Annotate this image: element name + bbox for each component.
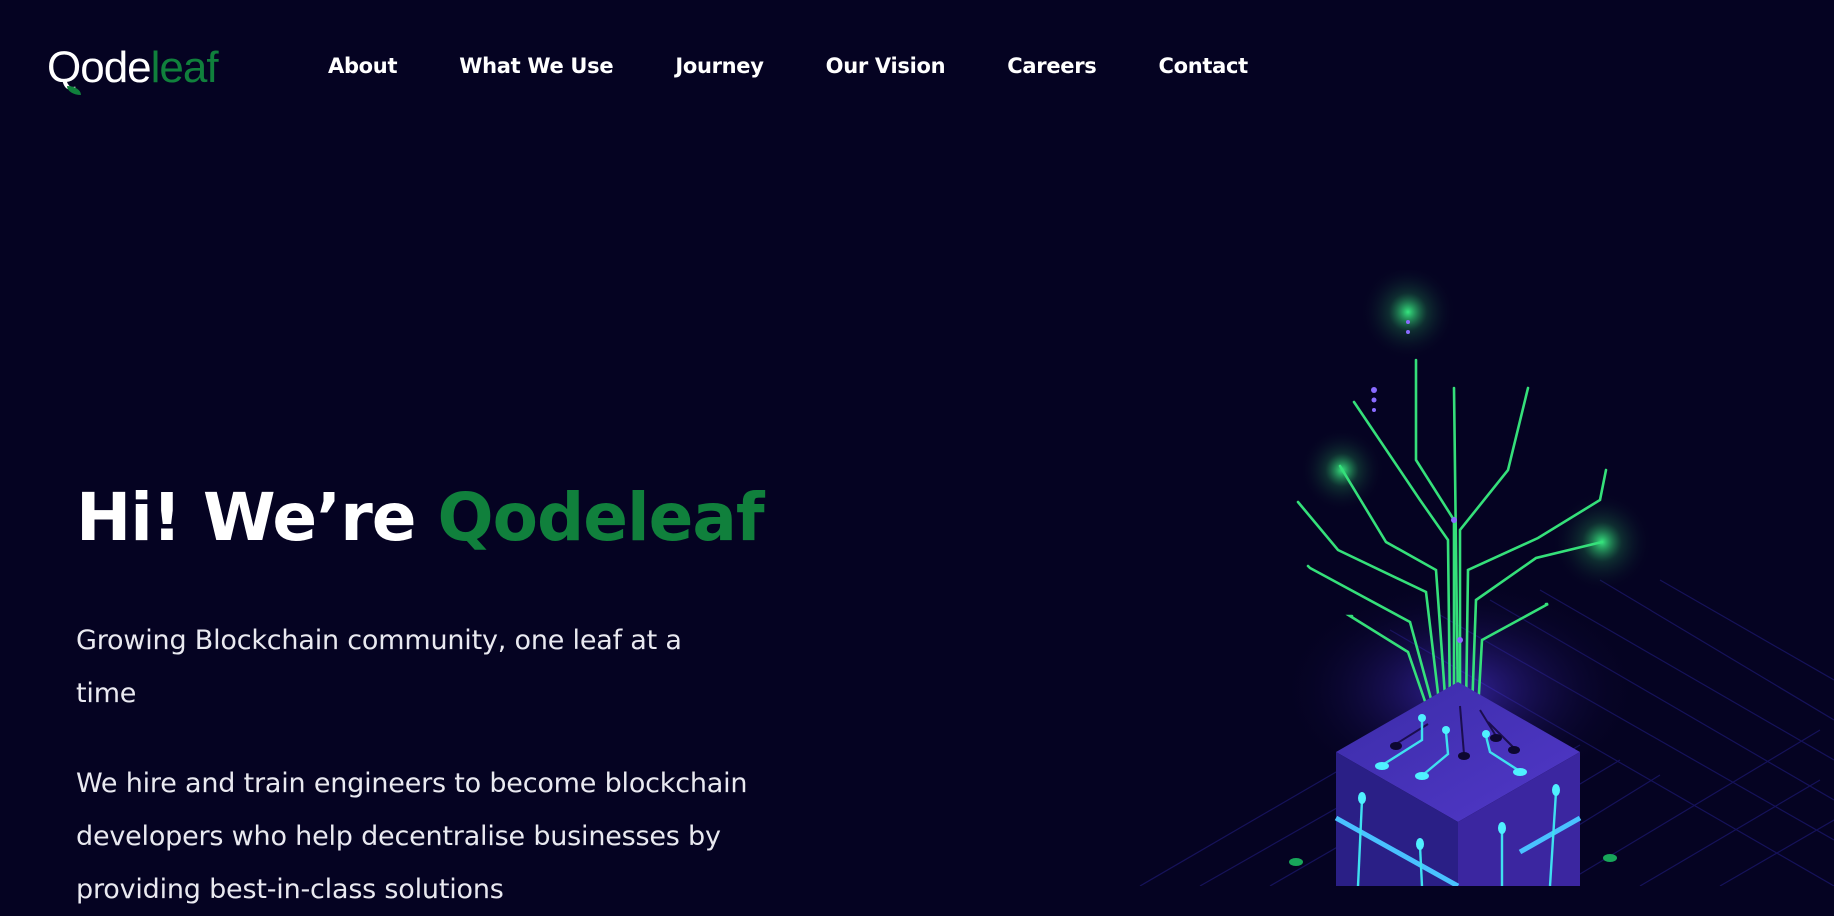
nav-menu: About What We Use Journey Our Vision Car…: [328, 54, 1310, 78]
nav-item-what-we-use[interactable]: What We Use: [459, 54, 613, 78]
nav-item-careers[interactable]: Careers: [1007, 54, 1096, 78]
top-navigation: Qodeleaf About What We Use Journey Our V…: [0, 0, 1834, 140]
hero-title-prefix: Hi! We’re: [76, 479, 438, 556]
nav-item-about[interactable]: About: [328, 54, 398, 78]
qodeleaf-logo[interactable]: Qodeleaf: [47, 42, 219, 95]
nav-item-contact[interactable]: Contact: [1158, 54, 1248, 78]
nav-item-journey[interactable]: Journey: [675, 54, 764, 78]
hero-description: We hire and train engineers to become bl…: [76, 768, 748, 905]
hero-title-brand: Qodeleaf: [437, 479, 765, 556]
circuit-tree-icon: [1139, 270, 1834, 886]
nav-item-our-vision[interactable]: Our Vision: [826, 54, 946, 78]
hero-subtitle: Growing Blockchain community, one leaf a…: [76, 625, 682, 709]
hero-title: Hi! We’re Qodeleaf: [76, 478, 765, 558]
